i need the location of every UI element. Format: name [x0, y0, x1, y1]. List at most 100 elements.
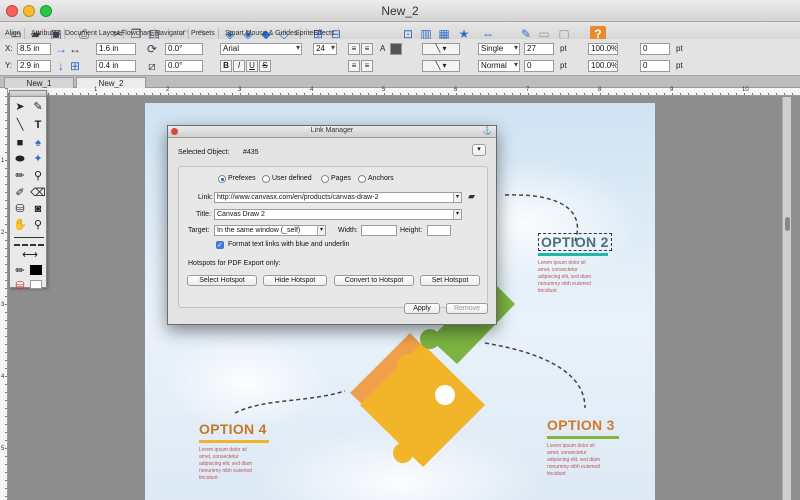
palette-tab-attributes[interactable]: Attributes — [28, 28, 65, 39]
align-left-button[interactable]: ≡ — [348, 43, 360, 55]
width-field[interactable]: 1.6 in — [96, 43, 136, 55]
palette-tab-align[interactable]: Align — [2, 28, 25, 39]
palette-tab-smart-mouse-guides[interactable]: Smart Mouse & Guides — [222, 28, 302, 39]
dialog-title-bar[interactable]: Link Manager ⚓ — [168, 126, 496, 138]
option-2-text: Lorem ipsum dolor sit amet, consectetur … — [538, 260, 592, 294]
magic-wand-icon[interactable]: ✦ — [30, 151, 46, 167]
line-spacing-select[interactable]: Single — [478, 43, 520, 55]
baseline-field[interactable]: 0 — [524, 60, 554, 72]
link-title-field[interactable]: Canvas Draw 2 ▾ — [214, 209, 462, 220]
ellipse-tool-icon[interactable]: ⬬ — [12, 151, 28, 167]
palette-tab-presets[interactable]: Presets — [188, 28, 219, 39]
brush-tool-icon[interactable]: ✐ — [12, 185, 28, 201]
line-weight-1[interactable] — [14, 237, 44, 238]
tab-new-2[interactable]: New_2 — [76, 77, 146, 88]
word-spacing-field[interactable]: 0 — [640, 60, 670, 72]
apply-button[interactable]: Apply — [404, 303, 440, 314]
y-field[interactable]: 2.9 in — [17, 60, 51, 72]
link-dropdown-arrow[interactable]: ▾ — [453, 193, 461, 202]
line-tool-icon[interactable]: ╲ — [12, 117, 28, 133]
stroke-color-swatch[interactable] — [30, 265, 42, 275]
height-label: Height: — [400, 227, 423, 234]
radio-prefexes-label: Prefexes — [228, 175, 256, 182]
width-field[interactable] — [361, 225, 397, 236]
set-hotspot-button[interactable]: Set Hotspot — [420, 275, 480, 286]
strike-button[interactable]: S — [259, 60, 271, 72]
zoom-tool-icon[interactable]: ⚲ — [30, 217, 46, 233]
radio-anchors[interactable] — [358, 175, 366, 183]
pen-tool-icon[interactable]: ♠ — [30, 135, 46, 151]
fill-color-swatch[interactable] — [30, 280, 42, 289]
tools-palette-titlebar[interactable] — [10, 91, 46, 97]
title-dropdown-arrow[interactable]: ▾ — [453, 210, 461, 219]
hand-tool-icon[interactable]: ✋ — [12, 217, 28, 233]
ruler-mark: 3 — [1, 302, 5, 308]
baseline-select[interactable]: Normal — [478, 60, 520, 72]
format-links-checkbox[interactable]: ✓ — [216, 241, 224, 249]
line-style-select[interactable]: ╲ ▾ — [422, 43, 460, 55]
bold-button[interactable]: B — [220, 60, 232, 72]
select-arrow-icon[interactable]: ➤ — [12, 99, 28, 115]
link-manager-dialog: Link Manager ⚓ Selected Object: #435 ▾ P… — [167, 125, 497, 325]
select-hotspot-button[interactable]: Select Hotspot — [187, 275, 257, 286]
vertical-scrollbar[interactable] — [782, 97, 791, 500]
width-label: Width: — [338, 227, 358, 234]
link-url-field[interactable]: http://www.canvasx.com/en/products/canva… — [214, 192, 462, 203]
browse-folder-icon[interactable]: ▰ — [468, 191, 475, 202]
option-2-title[interactable]: OPTION 2 — [538, 233, 612, 251]
line-spacing-field[interactable]: 27 — [524, 43, 554, 55]
height-field[interactable] — [427, 225, 451, 236]
palette-tab-document-layout[interactable]: Document Layout — [62, 28, 124, 39]
arrow-style-icon[interactable]: ⟷ — [20, 247, 40, 263]
italic-button[interactable]: I — [233, 60, 245, 72]
eyedropper-icon[interactable]: ⚲ — [30, 168, 46, 184]
palette-tab-navigator[interactable]: Navigator — [152, 28, 189, 39]
y-label: Y: — [5, 61, 13, 70]
width-icon: ↔ — [69, 42, 81, 56]
brush-icon[interactable]: ✎ — [30, 99, 46, 115]
underline-button[interactable]: U — [246, 60, 258, 72]
pen-color-icon[interactable]: ✏ — [12, 263, 28, 279]
x-field[interactable]: 8.5 in — [17, 43, 51, 55]
radio-pages[interactable] — [321, 175, 329, 183]
paint-bucket-icon[interactable]: ⛁ — [12, 201, 28, 217]
skew-field[interactable]: 0.0° — [165, 60, 203, 72]
pencil-icon[interactable]: ✏ — [12, 168, 28, 184]
convert-to-hotspot-button[interactable]: Convert to Hotspot — [334, 275, 414, 286]
radio-user-defined[interactable] — [262, 175, 270, 183]
palette-tab-flowchart[interactable]: Flowchart — [118, 28, 156, 39]
palette-tab-spriteeffects[interactable]: SpriteEffects — [292, 28, 339, 39]
line-weight-2[interactable] — [14, 244, 44, 246]
target-dropdown-arrow[interactable]: ▾ — [317, 226, 325, 235]
anchor-grid-icon[interactable]: ⊞ — [67, 58, 83, 74]
tab-new-1[interactable]: New_1 — [4, 77, 74, 88]
rotation-field[interactable]: 0.0° — [165, 43, 203, 55]
height-field[interactable]: 0.4 in — [96, 60, 136, 72]
target-select[interactable]: In the same window (_self) ▾ — [214, 225, 326, 236]
vertical-scale-field[interactable]: 100.0% — [588, 60, 618, 72]
object-menu-button[interactable]: ▾ — [472, 144, 486, 156]
horizontal-scale-field[interactable]: 100.0% — [588, 43, 618, 55]
rectangle-tool-icon[interactable]: ■ — [12, 135, 28, 151]
properties-bar: X: 8.5 in Y: 2.9 in → ↓ ↔ ⊞ 1.6 in 0.4 i… — [0, 39, 800, 76]
align-right-button[interactable]: ≡ — [348, 60, 360, 72]
justify-button[interactable]: ≡ — [361, 60, 373, 72]
align-center-button[interactable]: ≡ — [361, 43, 373, 55]
font-family-select[interactable]: Arial — [220, 43, 302, 55]
ruler-mark: 4 — [310, 87, 314, 93]
line-end-select[interactable]: ╲ ▾ — [422, 60, 460, 72]
radio-prefexes[interactable] — [218, 175, 226, 183]
camera-icon[interactable]: ◙ — [30, 201, 46, 217]
text-fill-swatch[interactable] — [390, 43, 402, 55]
text-tool-icon[interactable]: T — [30, 117, 46, 133]
fill-bucket-icon[interactable]: ⛁ — [12, 278, 28, 294]
hide-hotspot-button[interactable]: Hide Hotspot — [263, 275, 327, 286]
ruler-mark: 3 — [238, 87, 242, 93]
ruler-mark: 5 — [1, 446, 5, 452]
eraser-icon[interactable]: ⌫ — [30, 185, 46, 201]
scrollbar-thumb[interactable] — [785, 217, 790, 231]
font-size-select[interactable]: 24 — [313, 43, 337, 55]
remove-button[interactable]: Remove — [446, 303, 488, 314]
char-spacing-field[interactable]: 0 — [640, 43, 670, 55]
link-label: Link: — [198, 194, 213, 201]
